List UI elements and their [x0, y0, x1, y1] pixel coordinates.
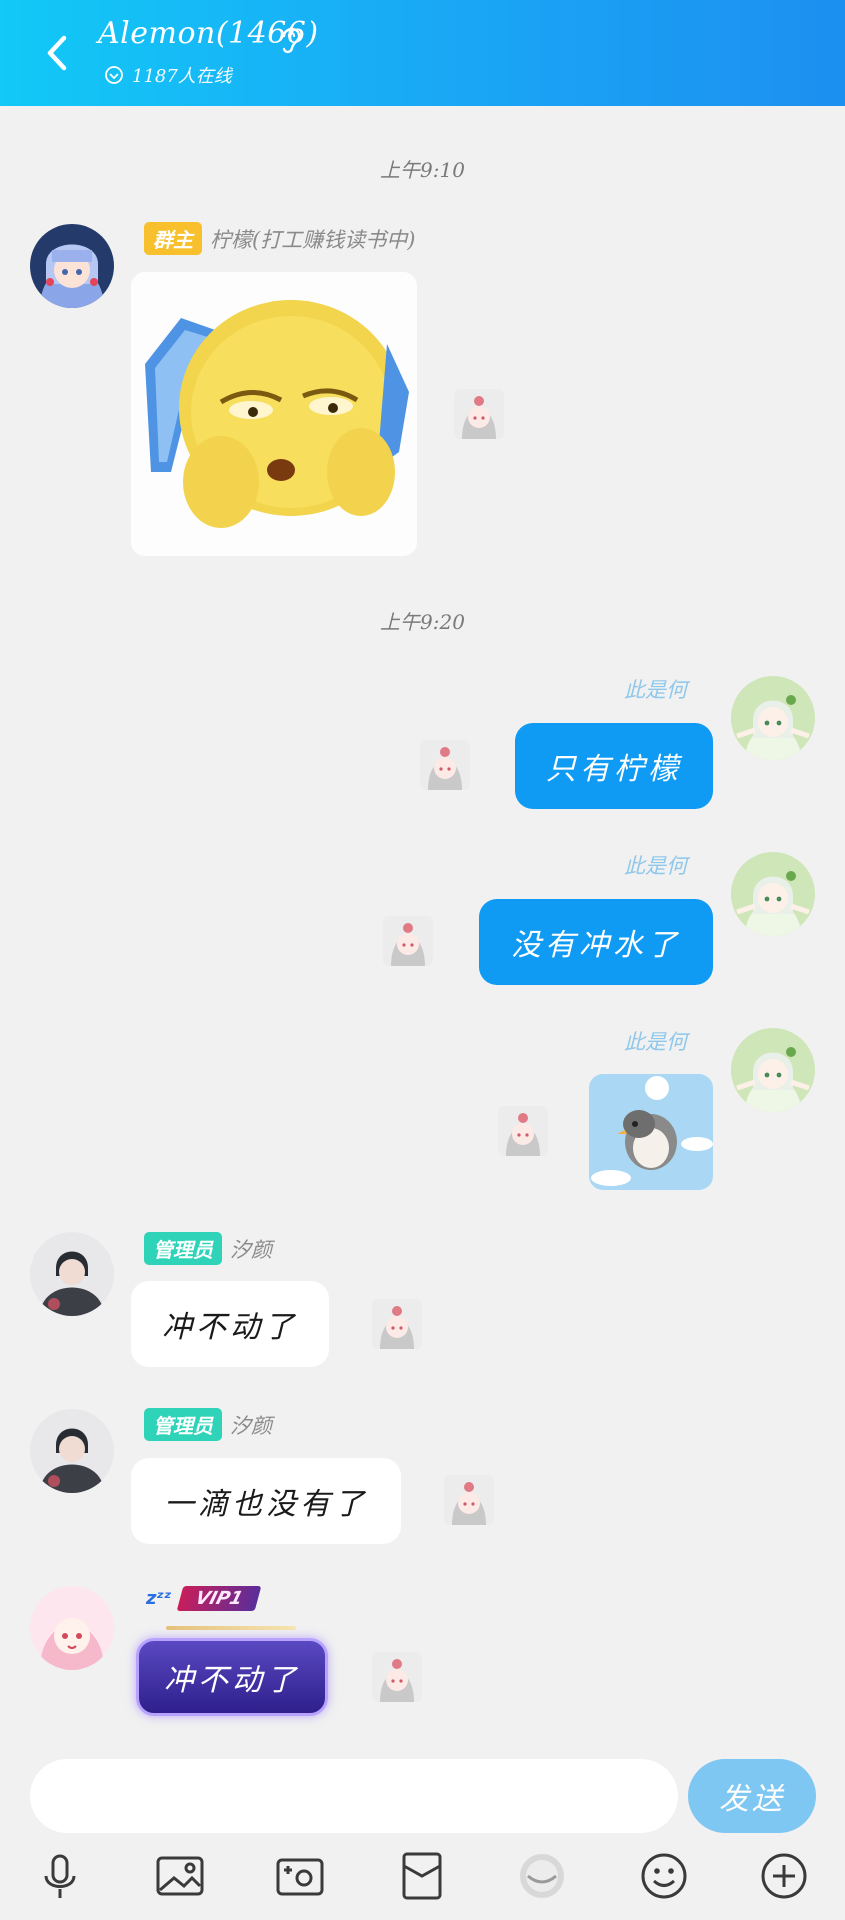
online-status-icon	[105, 66, 123, 84]
ear-icon[interactable]	[276, 22, 306, 56]
game-icon[interactable]	[514, 1848, 570, 1904]
timestamp: 上午9:20	[380, 610, 465, 634]
read-receipt-avatar	[372, 1652, 422, 1702]
admin-badge: 管理员	[144, 1232, 222, 1265]
read-receipt-avatar	[498, 1106, 548, 1156]
input-bar: 发送	[0, 1742, 845, 1833]
avatar[interactable]	[30, 1586, 114, 1670]
sender-name[interactable]: 此是何	[624, 1026, 687, 1056]
message-bubble[interactable]: 一滴也没有了	[131, 1458, 401, 1544]
emoji-icon[interactable]	[636, 1848, 692, 1904]
self-avatar[interactable]	[731, 676, 815, 760]
vip-bubble-divider	[166, 1626, 296, 1630]
input-toolbar	[0, 1830, 845, 1920]
sender-name[interactable]: 汐颜	[230, 1234, 272, 1264]
admin-badge: 管理员	[144, 1408, 222, 1441]
message-bubble[interactable]: 只有柠檬	[515, 723, 713, 809]
sender-row: 管理员 汐颜	[144, 1232, 272, 1265]
plus-icon[interactable]	[756, 1848, 812, 1904]
message-bubble[interactable]: 冲不动了	[136, 1638, 328, 1716]
vip-badge: VIP1	[176, 1586, 262, 1611]
self-avatar[interactable]	[731, 1028, 815, 1112]
avatar[interactable]	[30, 1409, 114, 1493]
message-list[interactable]: 上午9:10 群主 柠檬(打工赚钱读书中) 上午9:20 此是何 只有柠檬 此是…	[0, 106, 845, 1742]
online-count: 1187人在线	[104, 62, 232, 88]
message-bubble[interactable]: 冲不动了	[131, 1281, 329, 1367]
avatar[interactable]	[30, 224, 114, 308]
penguin-sticker[interactable]	[589, 1074, 713, 1190]
vip-row: zᶻᶻ VIP1	[146, 1586, 262, 1611]
yellow-emoji-phone-sticker[interactable]	[131, 272, 417, 556]
sender-name[interactable]: 此是何	[624, 850, 687, 880]
message-input[interactable]	[30, 1759, 678, 1833]
chat-header: Alemon(1466) 1187人在线	[0, 0, 845, 106]
image-icon[interactable]	[152, 1848, 208, 1904]
read-receipt-avatar	[372, 1299, 422, 1349]
sender-name[interactable]: 汐颜	[230, 1410, 272, 1440]
avatar[interactable]	[30, 1232, 114, 1316]
read-receipt-avatar	[420, 740, 470, 790]
read-receipt-avatar	[383, 916, 433, 966]
self-avatar[interactable]	[731, 852, 815, 936]
send-button[interactable]: 发送	[688, 1759, 816, 1833]
red-packet-icon[interactable]	[394, 1848, 450, 1904]
read-receipt-avatar	[444, 1475, 494, 1525]
read-receipt-avatar	[454, 389, 504, 439]
sender-row: 管理员 汐颜	[144, 1408, 272, 1441]
microphone-icon[interactable]	[32, 1848, 88, 1904]
online-count-text: 1187人在线	[132, 66, 232, 87]
sender-name[interactable]: 柠檬(打工赚钱读书中)	[210, 224, 415, 254]
sleep-zzz-icon: zᶻᶻ	[146, 1588, 172, 1609]
back-arrow-icon[interactable]	[38, 30, 78, 76]
timestamp: 上午9:10	[380, 158, 465, 182]
camera-icon[interactable]	[272, 1848, 328, 1904]
sender-row: 群主 柠檬(打工赚钱读书中)	[144, 222, 415, 255]
sender-name[interactable]: 此是何	[624, 674, 687, 704]
message-bubble[interactable]: 没有冲水了	[479, 899, 713, 985]
owner-badge: 群主	[144, 222, 202, 255]
